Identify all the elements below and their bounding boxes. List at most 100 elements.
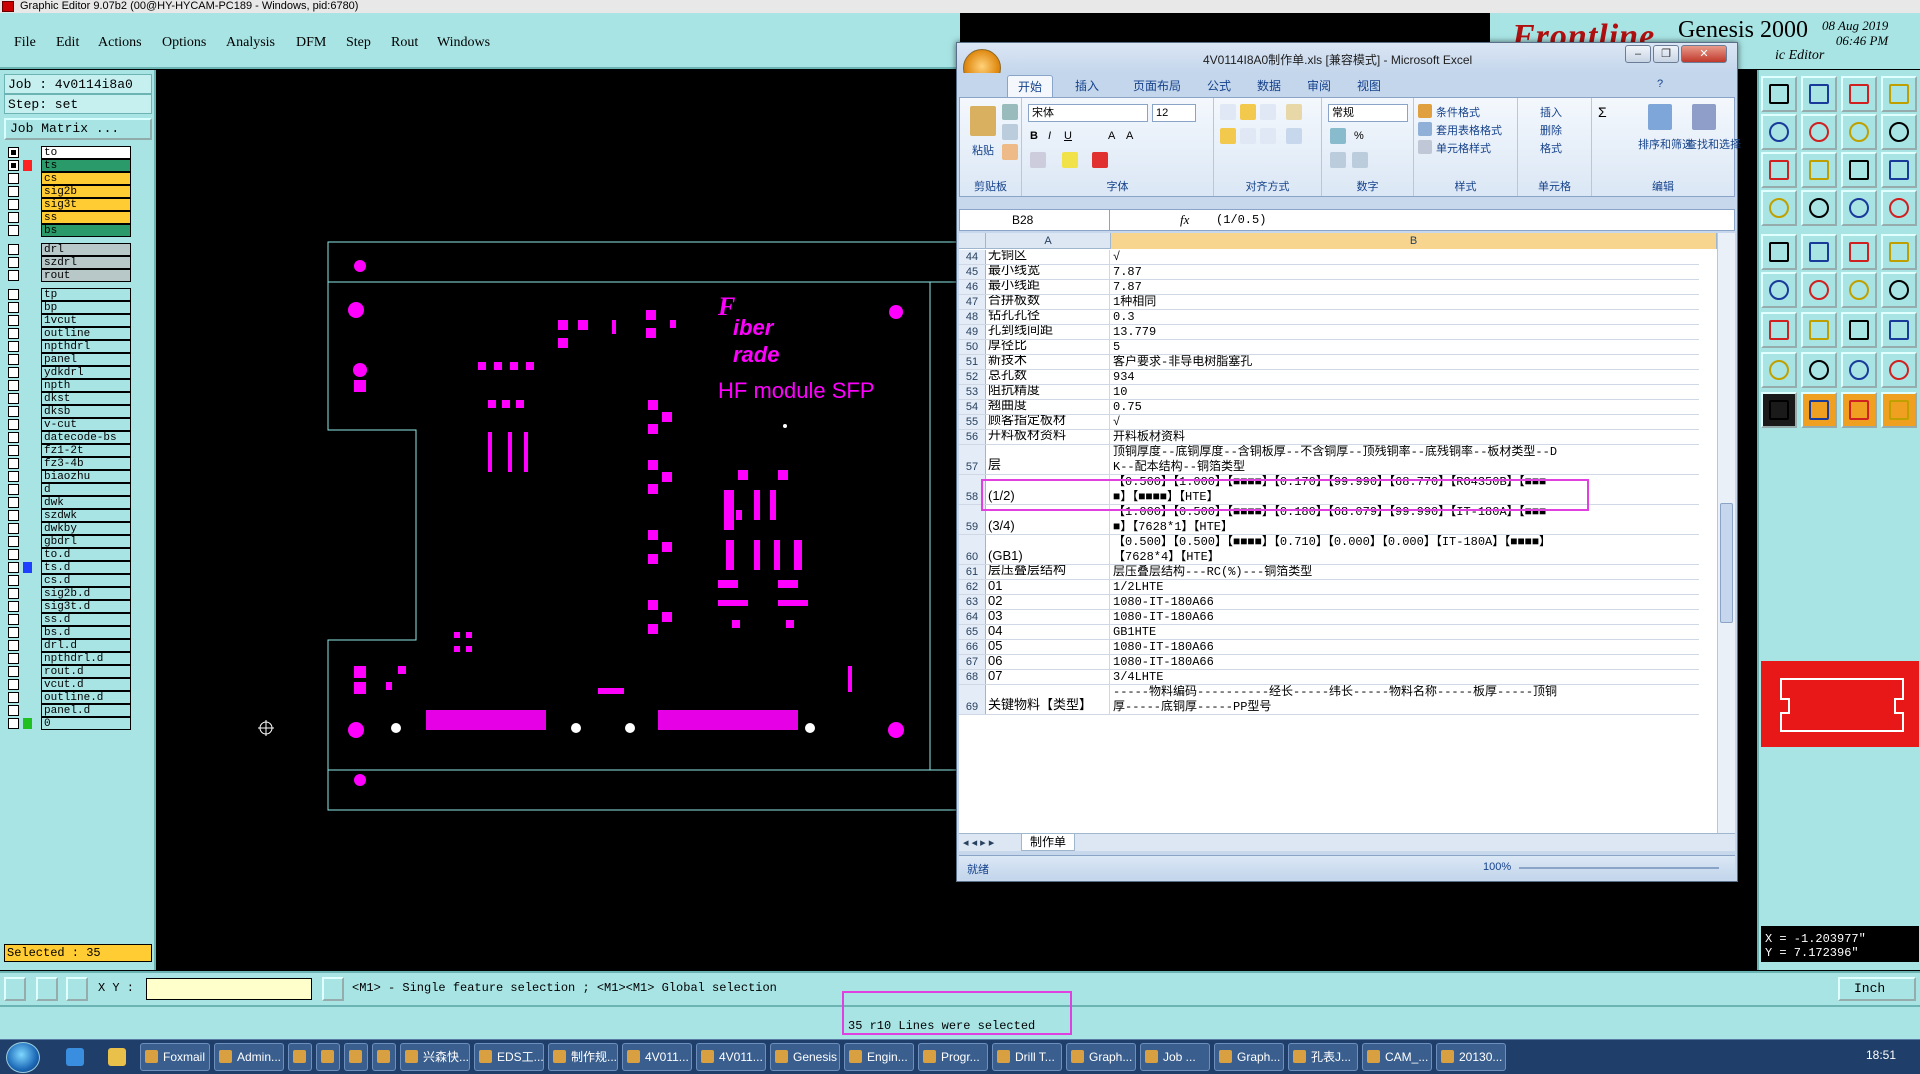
tool-button-8-1[interactable] [1801, 392, 1837, 428]
layer-row[interactable]: ss [8, 211, 131, 225]
tool-button-5-2[interactable] [1841, 272, 1877, 308]
layer-name[interactable]: vcut.d [41, 678, 131, 691]
tool-button-4-0[interactable] [1761, 234, 1797, 270]
table-format-button[interactable]: 套用表格格式 [1436, 122, 1502, 138]
cell-b[interactable]: 10 [1111, 385, 1559, 399]
xy-input[interactable] [146, 978, 312, 1000]
layer-name[interactable]: v-cut [41, 418, 131, 431]
layer-name[interactable]: bs [41, 224, 131, 237]
menu-actions[interactable]: Actions [98, 35, 142, 51]
align-left-icon[interactable] [1220, 128, 1236, 144]
percent-icon[interactable]: % [1354, 130, 1364, 142]
layer-name[interactable]: to.d [41, 548, 131, 561]
cell-a[interactable]: (GB1) [986, 535, 1110, 564]
layer-checkbox[interactable] [8, 257, 19, 268]
cell-b[interactable]: -----物料编码----------经长-----纬长-----物料名称---… [1111, 685, 1559, 714]
layer-row[interactable]: outline.d [8, 691, 131, 705]
sort-filter-icon[interactable] [1648, 104, 1672, 130]
tool-button-6-0[interactable] [1761, 312, 1797, 348]
row-number[interactable]: 48 [959, 310, 986, 324]
layer-row[interactable]: vcut.d [8, 678, 131, 692]
tab-formulas[interactable]: 公式 [1207, 77, 1231, 94]
layer-name[interactable]: tp [41, 288, 131, 301]
layer-checkbox[interactable] [8, 432, 19, 443]
tool-button-8-3[interactable] [1881, 392, 1917, 428]
layer-row[interactable]: d [8, 483, 131, 497]
row-number[interactable]: 56 [959, 430, 986, 444]
cell-b[interactable]: 7.87 [1111, 265, 1559, 279]
layer-row[interactable]: bp [8, 301, 131, 315]
layer-row[interactable]: cs [8, 172, 131, 186]
align-middle-icon[interactable] [1240, 104, 1256, 120]
layer-name[interactable]: dwkby [41, 522, 131, 535]
cell-a[interactable]: 顾客指定板材 [986, 415, 1110, 429]
row-number[interactable]: 64 [959, 610, 986, 624]
cell-b[interactable]: 1080-IT-180A66 [1111, 595, 1559, 609]
layer-row[interactable]: ts.d [8, 561, 131, 575]
cell-b[interactable]: 1种相同 [1111, 295, 1559, 309]
menu-edit[interactable]: Edit [56, 35, 79, 51]
layer-name[interactable]: fz3-4b [41, 457, 131, 470]
layer-name[interactable]: gbdrl [41, 535, 131, 548]
layer-name[interactable]: sig2b.d [41, 587, 131, 600]
cut-icon[interactable] [1002, 104, 1018, 120]
tool-button-4-2[interactable] [1841, 234, 1877, 270]
row-number[interactable]: 69 [959, 685, 986, 714]
align-right-icon[interactable] [1260, 128, 1276, 144]
shrink-font-icon[interactable]: A [1126, 130, 1133, 142]
layer-row[interactable]: ss.d [8, 613, 131, 627]
layer-row[interactable]: to [8, 146, 131, 160]
layer-row[interactable]: szdwk [8, 509, 131, 523]
paste-label[interactable]: 粘贴 [972, 142, 994, 158]
taskbar-item[interactable]: EDS工... [474, 1043, 544, 1071]
cell-a[interactable]: 钻孔孔径 [986, 310, 1110, 324]
row-number[interactable]: 65 [959, 625, 986, 639]
job-matrix-button[interactable]: Job Matrix ... [4, 118, 152, 140]
cell-a[interactable]: 层压叠层结构 [986, 565, 1110, 579]
layer-checkbox[interactable] [8, 367, 19, 378]
cell-a[interactable]: 02 [986, 595, 1110, 609]
cell-b[interactable]: 层压叠层结构---RC(%)---铜箔类型 [1111, 565, 1559, 579]
layer-checkbox[interactable] [8, 536, 19, 547]
layer-name[interactable]: sig3t.d [41, 600, 131, 613]
select-all-corner[interactable] [959, 233, 986, 249]
row-number[interactable]: 66 [959, 640, 986, 654]
tool-button-2-1[interactable] [1801, 152, 1837, 188]
row-number[interactable]: 50 [959, 340, 986, 354]
layer-name[interactable]: fz1-2t [41, 444, 131, 457]
menu-dfm[interactable]: DFM [296, 35, 326, 51]
insert-cells-button[interactable]: 插入 [1540, 104, 1562, 120]
layer-checkbox[interactable] [8, 666, 19, 677]
layer-row[interactable]: fz3-4b [8, 457, 131, 471]
layer-row[interactable]: drl.d [8, 639, 131, 653]
cell-a[interactable]: 层 [986, 445, 1110, 474]
layer-checkbox[interactable] [8, 588, 19, 599]
tool-button-7-2[interactable] [1841, 352, 1877, 388]
vertical-scrollbar[interactable] [1717, 233, 1735, 833]
layer-name[interactable]: sig2b [41, 185, 131, 198]
grid-tool-button[interactable] [66, 977, 88, 1001]
zoom-tool-button[interactable] [4, 977, 26, 1001]
cell-a[interactable]: 06 [986, 655, 1110, 669]
tool-button-3-3[interactable] [1881, 190, 1917, 226]
row-number[interactable]: 57 [959, 445, 986, 474]
sheet-tab[interactable]: 制作单 [1021, 834, 1076, 851]
layer-name[interactable]: 0 [41, 717, 131, 730]
restore-button[interactable]: ❐ [1653, 45, 1679, 63]
cell-a[interactable]: 05 [986, 640, 1110, 654]
sort-filter-label[interactable]: 排序和筛选 [1638, 136, 1693, 152]
formula-input[interactable]: (1/0.5) [1216, 210, 1266, 230]
row-number[interactable]: 63 [959, 595, 986, 609]
layer-checkbox[interactable] [8, 406, 19, 417]
cell-b[interactable]: 13.779 [1111, 325, 1559, 339]
row-number[interactable]: 53 [959, 385, 986, 399]
tool-button-1-3[interactable] [1881, 114, 1917, 150]
tool-button-7-3[interactable] [1881, 352, 1917, 388]
font-color-icon[interactable] [1092, 152, 1108, 168]
layer-checkbox[interactable] [8, 601, 19, 612]
explorer-icon[interactable] [108, 1048, 126, 1066]
taskbar-item[interactable]: 兴森快... [400, 1043, 470, 1071]
layer-row[interactable]: dkst [8, 392, 131, 406]
layer-row[interactable]: cs.d [8, 574, 131, 588]
tool-button-0-3[interactable] [1881, 76, 1917, 112]
